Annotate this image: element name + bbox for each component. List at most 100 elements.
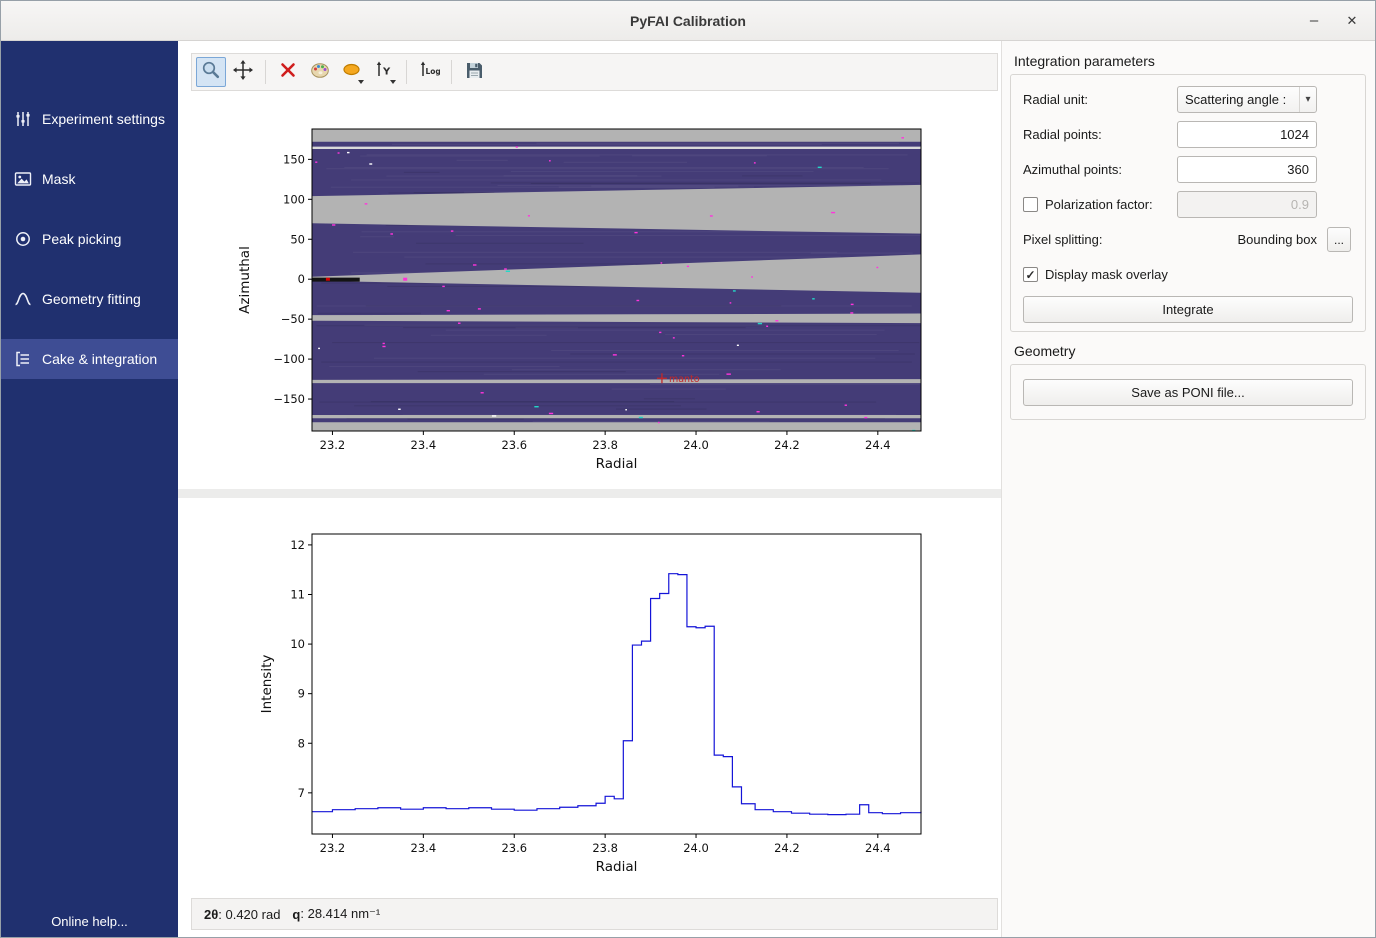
svg-text:100: 100 [283,192,305,206]
svg-text:Azimuthal: Azimuthal [237,246,253,314]
pixel-splitting-row: Pixel splitting: Bounding box ... [1023,226,1353,253]
save-button[interactable] [459,57,489,87]
cake-plot-2d[interactable]: manto23.223.423.623.824.024.224.4−150−10… [178,89,1002,498]
sidebar-item-experiment-settings[interactable]: Experiment settings [1,99,178,139]
geometry-title: Geometry [1014,343,1075,359]
svg-text:−100: −100 [273,352,305,366]
svg-text:9: 9 [298,687,305,701]
sidebar-item-peak-picking[interactable]: Peak picking [1,219,178,259]
pan-button[interactable] [228,57,258,87]
svg-text:23.6: 23.6 [501,841,527,855]
peak-curve-icon [14,290,32,308]
display-mask-overlay-checkbox[interactable]: ✓ [1023,267,1038,282]
svg-text:manto: manto [669,374,700,385]
svg-text:12: 12 [290,538,305,552]
integration-plot-1d[interactable]: 23.223.423.623.824.024.224.4789101112Rad… [178,498,1002,898]
sidebar-item-label: Peak picking [42,231,121,247]
y-axis-orientation-button[interactable]: Y [369,57,399,87]
svg-text:23.8: 23.8 [592,438,618,452]
sidebar-item-geometry-fitting[interactable]: Geometry fitting [1,279,178,319]
svg-text:Radial: Radial [596,456,638,472]
right-panel: Integration parameters Radial unit: Scat… [1002,41,1375,937]
log-scale-button[interactable]: Log [414,57,444,87]
colormap-button[interactable] [305,57,335,87]
svg-text:23.2: 23.2 [320,841,346,855]
toolbar-separator [265,60,266,84]
mask-image-icon [14,170,32,188]
palette-icon [309,59,331,86]
svg-text:11: 11 [290,587,305,601]
pixel-splitting-more-button[interactable]: ... [1327,227,1351,252]
dropdown-caret-icon [358,80,364,84]
reset-zoom-button[interactable] [273,57,303,87]
dropdown-caret-icon [390,80,396,84]
svg-text:8: 8 [298,736,305,750]
svg-text:23.6: 23.6 [501,438,527,452]
integrate-button[interactable]: Integrate [1023,296,1353,323]
q-value: : 28.414 nm⁻¹ [300,906,380,922]
online-help-link[interactable]: Online help... [1,914,178,929]
svg-text:−50: −50 [281,312,305,326]
azimuthal-points-row: Azimuthal points: [1023,156,1353,183]
svg-text:23.2: 23.2 [320,438,346,452]
minimize-button[interactable]: – [1299,1,1329,41]
save-poni-button[interactable]: Save as PONI file... [1023,379,1353,406]
polarization-input [1177,191,1317,218]
sliders-icon [14,110,32,128]
svg-text:10: 10 [290,637,305,651]
svg-text:0: 0 [298,272,305,286]
statusbar: 2θ: 0.420 rad q: 28.414 nm⁻¹ [191,898,998,930]
svg-text:150: 150 [283,152,305,166]
close-button[interactable]: ✕ [1337,1,1367,41]
sidebar-item-label: Cake & integration [42,351,157,367]
two-theta-value: : 0.420 rad [218,907,280,922]
two-theta-label: 2θ [204,907,218,922]
sidebar-item-label: Experiment settings [42,111,165,127]
pyfai-calibration-window: PyFAI Calibration – ✕ Experiment setting… [0,0,1376,938]
sidebar-item-label: Geometry fitting [42,291,141,307]
radial-points-label: Radial points: [1023,127,1102,142]
toolbar-separator [406,60,407,84]
svg-text:24.2: 24.2 [774,438,800,452]
check-icon: ✓ [1025,268,1035,282]
radial-points-row: Radial points: [1023,121,1353,148]
sidebar-item-cake-integration[interactable]: Cake & integration [1,339,178,379]
polarization-row: Polarization factor: [1023,191,1353,218]
svg-text:7: 7 [298,786,305,800]
svg-text:24.4: 24.4 [865,438,891,452]
mask-tool-button[interactable] [337,57,367,87]
display-mask-overlay-label: Display mask overlay [1045,267,1168,282]
zoom-button[interactable] [196,57,226,87]
plot-area: Y Log 2θ: 0.420 rad q: 28.414 nm⁻¹ manto 23… [178,41,1002,937]
radial-unit-label: Radial unit: [1023,92,1088,107]
pan-arrows-icon [232,59,254,86]
svg-text:23.4: 23.4 [411,841,437,855]
log-icon: Log [418,59,440,86]
sidebar: Experiment settings Mask Peak picking Geome… [1,41,178,937]
save-icon [463,59,485,86]
q-label: q [292,907,300,922]
magnifier-icon [200,59,222,86]
radial-unit-value: Scattering angle : [1185,92,1299,107]
svg-text:Log: Log [426,67,441,76]
svg-text:23.4: 23.4 [411,438,437,452]
toolbar-separator [451,60,452,84]
integration-parameters-title: Integration parameters [1014,53,1155,69]
geometry-group: Save as PONI file... [1010,364,1366,420]
radial-unit-row: Radial unit: Scattering angle : ▾ [1023,86,1353,113]
window-title: PyFAI Calibration [1,1,1375,41]
svg-text:−150: −150 [273,392,305,406]
radial-points-input[interactable] [1177,121,1317,148]
display-mask-row: ✓ Display mask overlay [1023,261,1353,288]
integration-parameters-group: Radial unit: Scattering angle : ▾ Radial… [1010,74,1366,332]
target-icon [14,230,32,248]
svg-text:50: 50 [290,232,305,246]
sidebar-item-mask[interactable]: Mask [1,159,178,199]
radial-unit-select[interactable]: Scattering angle : ▾ [1177,86,1317,113]
polarization-checkbox[interactable] [1023,197,1038,212]
svg-text:Intensity: Intensity [259,655,275,714]
svg-text:24.4: 24.4 [865,841,891,855]
titlebar[interactable]: PyFAI Calibration – ✕ [1,1,1375,41]
pixel-splitting-value: Bounding box [1237,232,1317,247]
azimuthal-points-input[interactable] [1177,156,1317,183]
